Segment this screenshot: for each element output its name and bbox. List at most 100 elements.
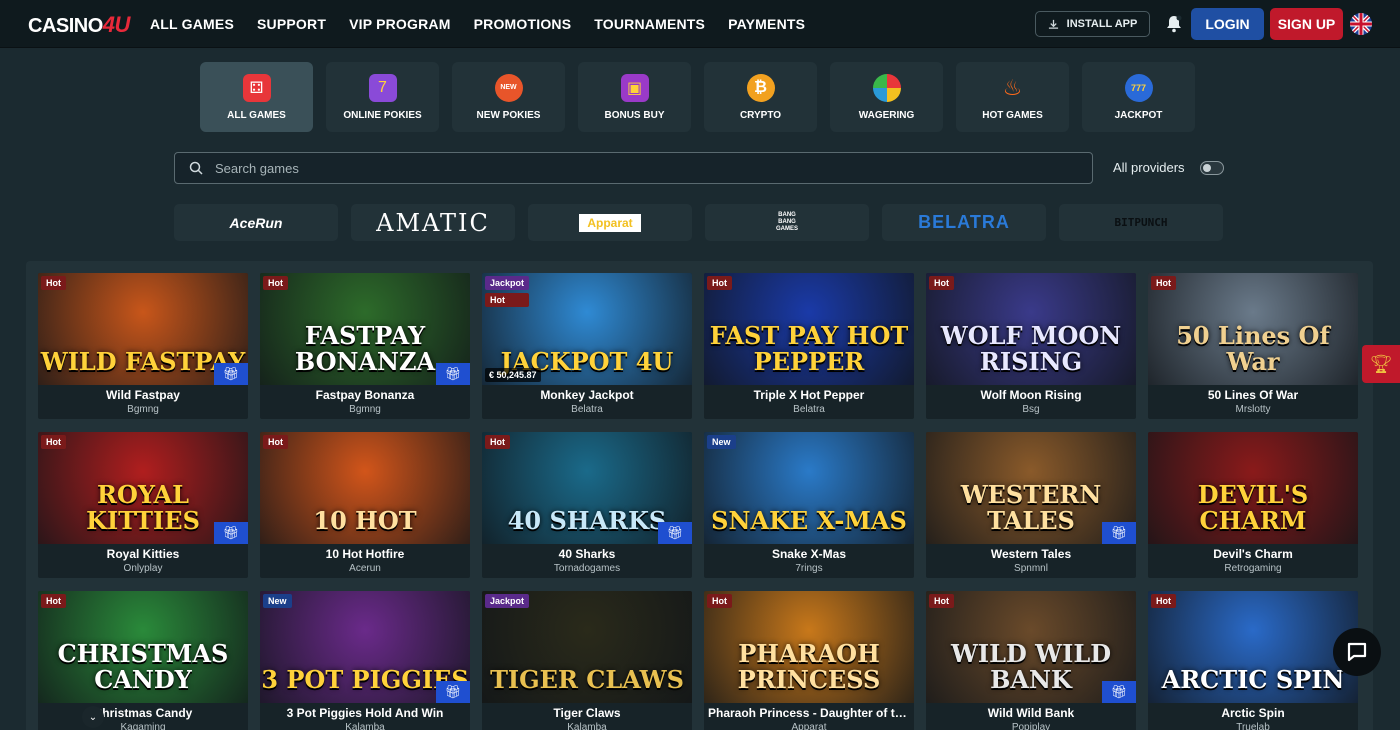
game-provider: Bgmng bbox=[127, 404, 159, 415]
tab-jackpot[interactable]: 777 JACKPOT bbox=[1082, 62, 1195, 132]
game-thumbnail[interactable]: SNAKE X-MAS New bbox=[704, 432, 914, 544]
game-thumbnail[interactable]: WILD FASTPAY Hot 🎁︎ bbox=[38, 273, 248, 385]
provider-belatra[interactable]: BELATRA bbox=[882, 204, 1046, 241]
jackpot-value: € 50,245.87 bbox=[485, 368, 541, 382]
game-thumbnail[interactable]: 40 SHARKS Hot 🎁︎ bbox=[482, 432, 692, 544]
gift-icon[interactable]: 🎁︎ bbox=[214, 363, 248, 385]
new-badge-icon: NEW bbox=[494, 73, 523, 102]
game-card[interactable]: WILD FASTPAY Hot 🎁︎ Wild Fastpay Bgmng bbox=[38, 273, 248, 419]
bell-icon[interactable] bbox=[1164, 14, 1184, 34]
install-app-button[interactable]: INSTALL APP bbox=[1035, 11, 1150, 37]
tab-all-games[interactable]: ⚃ ALL GAMES bbox=[200, 62, 313, 132]
provider-apparat[interactable]: Apparat bbox=[528, 204, 692, 241]
game-provider: Belatra bbox=[571, 404, 603, 415]
game-provider: Spnmnl bbox=[1014, 563, 1048, 574]
game-badge: Hot bbox=[263, 435, 288, 449]
game-thumbnail[interactable]: ARCTIC SPIN Hot bbox=[1148, 591, 1358, 703]
tab-crypto[interactable]: ₿ CRYPTO bbox=[704, 62, 817, 132]
tab-new-pokies[interactable]: NEW NEW POKIES bbox=[452, 62, 565, 132]
game-badges: Hot bbox=[707, 594, 732, 608]
game-title: Pharaoh Princess - Daughter of the Nile bbox=[708, 706, 914, 720]
game-art-title: ARCTIC SPIN bbox=[1161, 665, 1345, 694]
game-thumbnail[interactable]: DEVIL'S CHARM bbox=[1148, 432, 1358, 544]
nav-vip-program[interactable]: VIP PROGRAM bbox=[349, 16, 451, 32]
game-card[interactable]: FASTPAY BONANZA Hot 🎁︎ Fastpay Bonanza B… bbox=[260, 273, 470, 419]
chevron-down-icon[interactable]: ⌄ bbox=[82, 706, 104, 728]
game-card[interactable]: CHRISTMAS CANDY Hot Christmas Candy Kaga… bbox=[38, 591, 248, 730]
game-thumbnail[interactable]: PHARAOH PRINCESS Hot bbox=[704, 591, 914, 703]
game-card[interactable]: FAST PAY HOT PEPPER Hot Triple X Hot Pep… bbox=[704, 273, 914, 419]
game-card[interactable]: ARCTIC SPIN Hot Arctic Spin Truelab bbox=[1148, 591, 1358, 730]
game-thumbnail[interactable]: TIGER CLAWS Jackpot bbox=[482, 591, 692, 703]
game-thumbnail[interactable]: JACKPOT 4U Jackpot Hot € 50,245.87 bbox=[482, 273, 692, 385]
game-card[interactable]: 50 Lines Of War Hot 50 Lines Of War Mrsl… bbox=[1148, 273, 1358, 419]
777-icon: 777 bbox=[1124, 73, 1153, 102]
treasure-chest-icon: ▣ bbox=[620, 73, 649, 102]
game-thumbnail[interactable]: ROYAL KITTIES Hot 🎁︎ bbox=[38, 432, 248, 544]
game-badges: Jackpot bbox=[485, 594, 530, 608]
nav-support[interactable]: SUPPORT bbox=[257, 16, 326, 32]
game-provider: Onlyplay bbox=[123, 563, 163, 574]
game-thumbnail[interactable]: 3 POT PIGGIES New 🎁︎ bbox=[260, 591, 470, 703]
game-provider: Belatra bbox=[793, 404, 825, 415]
search-input[interactable] bbox=[215, 160, 1075, 176]
tab-wagering[interactable]: WAGERING bbox=[830, 62, 943, 132]
game-title: 40 Sharks bbox=[558, 547, 616, 561]
game-card[interactable]: WILD WILD BANK Hot 🎁︎ Wild Wild Bank Pop… bbox=[926, 591, 1136, 730]
game-thumbnail[interactable]: 50 Lines Of War Hot bbox=[1148, 273, 1358, 385]
tab-online-pokies[interactable]: 7 ONLINE POKIES bbox=[326, 62, 439, 132]
all-providers-toggle[interactable] bbox=[1200, 161, 1224, 175]
gift-icon[interactable]: 🎁︎ bbox=[436, 681, 470, 703]
provider-amatic[interactable]: AMATIC bbox=[351, 204, 515, 241]
game-badge: Hot bbox=[929, 594, 954, 608]
provider-bitpunch[interactable]: BITPUNCH bbox=[1059, 204, 1223, 241]
game-card[interactable]: TIGER CLAWS Jackpot Tiger Claws Kalamba bbox=[482, 591, 692, 730]
game-provider: Kagaming bbox=[120, 722, 166, 730]
nav-payments[interactable]: PAYMENTS bbox=[728, 16, 805, 32]
live-chat-button[interactable] bbox=[1333, 628, 1381, 676]
game-card[interactable]: ROYAL KITTIES Hot 🎁︎ Royal Kitties Onlyp… bbox=[38, 432, 248, 578]
game-card[interactable]: 10 HOT Hot 10 Hot Hotfire Acerun bbox=[260, 432, 470, 578]
game-badge: Hot bbox=[263, 276, 288, 290]
game-provider: Tornadogames bbox=[553, 563, 621, 574]
game-badges: Hot bbox=[41, 435, 66, 449]
game-card[interactable]: WOLF MOON RISING Hot Wolf Moon Rising Bs… bbox=[926, 273, 1136, 419]
game-thumbnail[interactable]: WOLF MOON RISING Hot bbox=[926, 273, 1136, 385]
game-card[interactable]: SNAKE X-MAS New Snake X-Mas 7rings bbox=[704, 432, 914, 578]
game-card[interactable]: DEVIL'S CHARM Devil's Charm Retrogaming bbox=[1148, 432, 1358, 578]
tab-bonus-buy[interactable]: ▣ BONUS BUY bbox=[578, 62, 691, 132]
game-thumbnail[interactable]: 10 HOT Hot bbox=[260, 432, 470, 544]
gift-icon[interactable]: 🎁︎ bbox=[1102, 681, 1136, 703]
game-thumbnail[interactable]: WESTERN TALES 🎁︎ bbox=[926, 432, 1136, 544]
casino-logo[interactable]: CASINO4U bbox=[28, 12, 130, 38]
gift-icon[interactable]: 🎁︎ bbox=[436, 363, 470, 385]
game-thumbnail[interactable]: WILD WILD BANK Hot 🎁︎ bbox=[926, 591, 1136, 703]
nav-promotions[interactable]: PROMOTIONS bbox=[474, 16, 572, 32]
nav-tournaments[interactable]: TOURNAMENTS bbox=[594, 16, 705, 32]
search-icon bbox=[189, 161, 203, 175]
game-card[interactable]: JACKPOT 4U Jackpot Hot € 50,245.87 Monkey… bbox=[482, 273, 692, 419]
game-badge: Hot bbox=[485, 293, 530, 307]
gift-icon[interactable]: 🎁︎ bbox=[214, 522, 248, 544]
login-button[interactable]: LOGIN bbox=[1191, 8, 1264, 40]
provider-acerun[interactable]: AceRun bbox=[174, 204, 338, 241]
game-thumbnail[interactable]: FAST PAY HOT PEPPER Hot bbox=[704, 273, 914, 385]
game-thumbnail[interactable]: FASTPAY BONANZA Hot 🎁︎ bbox=[260, 273, 470, 385]
tab-hot-games[interactable]: ♨ HOT GAMES bbox=[956, 62, 1069, 132]
game-art-title: DEVIL'S CHARM bbox=[1197, 480, 1309, 535]
gift-icon[interactable]: 🎁︎ bbox=[1102, 522, 1136, 544]
game-card[interactable]: WESTERN TALES 🎁︎ Western Tales Spnmnl bbox=[926, 432, 1136, 578]
signup-button[interactable]: SIGN UP bbox=[1270, 8, 1343, 40]
tournaments-trophy-button[interactable]: 🏆︎ bbox=[1362, 345, 1400, 383]
nav-all-games[interactable]: ALL GAMES bbox=[150, 16, 234, 32]
game-card[interactable]: 3 POT PIGGIES New 🎁︎ 3 Pot Piggies Hold … bbox=[260, 591, 470, 730]
game-card[interactable]: PHARAOH PRINCESS Hot Pharaoh Princess - … bbox=[704, 591, 914, 730]
game-card[interactable]: 40 SHARKS Hot 🎁︎ 40 Sharks Tornadogames bbox=[482, 432, 692, 578]
game-title: Royal Kitties bbox=[106, 547, 180, 561]
provider-strip: AceRun AMATIC Apparat BANG BANG GAMES BE… bbox=[174, 204, 1223, 241]
game-thumbnail[interactable]: CHRISTMAS CANDY Hot bbox=[38, 591, 248, 703]
uk-flag-icon[interactable] bbox=[1350, 13, 1372, 35]
game-title: Wild Wild Bank bbox=[987, 706, 1075, 720]
gift-icon[interactable]: 🎁︎ bbox=[658, 522, 692, 544]
provider-bang-bang-games[interactable]: BANG BANG GAMES bbox=[705, 204, 869, 241]
